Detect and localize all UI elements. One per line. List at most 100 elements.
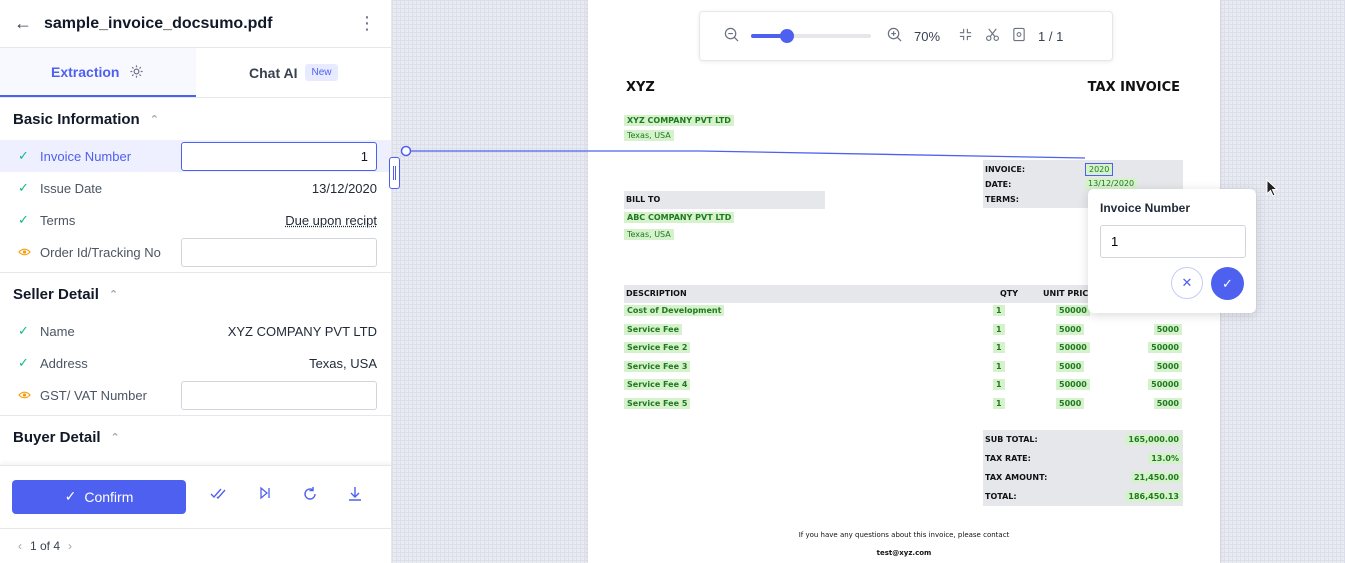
- field-value[interactable]: Due upon recipt: [285, 213, 377, 228]
- buyer-address-highlight[interactable]: Texas, USA: [624, 229, 674, 240]
- invoice-number-highlight[interactable]: 2020: [1085, 163, 1114, 176]
- field-value[interactable]: 13/12/2020: [312, 181, 377, 196]
- item-qty[interactable]: 1: [993, 397, 1005, 409]
- tab-extraction[interactable]: Extraction: [0, 48, 196, 97]
- more-options-icon[interactable]: ⋮: [357, 13, 377, 34]
- total-value[interactable]: 21,450.00: [1130, 472, 1182, 483]
- scissors-icon[interactable]: [985, 27, 1000, 45]
- section-title: Seller Detail: [13, 285, 99, 303]
- chevron-right-icon[interactable]: ›: [68, 539, 72, 553]
- doc-company: XYZ: [626, 80, 655, 95]
- section-basic-information[interactable]: Basic Information ⌃: [0, 98, 391, 140]
- item-total[interactable]: 5000: [1153, 397, 1182, 409]
- confirm-button[interactable]: ✓ Confirm: [12, 479, 186, 514]
- col-qty: QTY: [1000, 289, 1019, 298]
- item-total[interactable]: 50000: [1148, 342, 1182, 353]
- cancel-button[interactable]: ✕: [1171, 267, 1203, 299]
- skip-next-icon[interactable]: [258, 486, 272, 507]
- check-icon: ✓: [1222, 275, 1233, 291]
- chevron-left-icon[interactable]: ‹: [18, 539, 22, 553]
- item-unit-price[interactable]: 50000: [1056, 379, 1090, 390]
- fit-screen-icon[interactable]: [958, 27, 973, 45]
- resize-handle[interactable]: [389, 157, 400, 189]
- item-description[interactable]: Cost of Development: [624, 305, 725, 316]
- item-total[interactable]: 50000: [1148, 379, 1182, 390]
- field-label: Name: [40, 323, 75, 339]
- eye-icon: [18, 247, 40, 257]
- seller-name-highlight[interactable]: XYZ COMPANY PVT LTD: [624, 115, 734, 126]
- item-unit-price[interactable]: 50000: [1056, 305, 1090, 316]
- section-buyer-detail[interactable]: Buyer Detail ⌃: [0, 416, 391, 458]
- field-label: Address: [40, 355, 88, 371]
- col-description: DESCRIPTION: [626, 289, 687, 298]
- field-value[interactable]: Texas, USA: [309, 356, 377, 371]
- total-value[interactable]: 165,000.00: [1125, 434, 1182, 445]
- field-seller-name[interactable]: ✓ Name XYZ COMPANY PVT LTD: [0, 315, 391, 347]
- check-icon: ✓: [18, 212, 29, 227]
- item-qty[interactable]: 1: [993, 305, 1005, 316]
- item-unit-price[interactable]: 5000: [1056, 397, 1085, 409]
- check-icon: ✓: [18, 148, 29, 163]
- item-qty[interactable]: 1: [993, 323, 1005, 335]
- seller-address-highlight[interactable]: Texas, USA: [624, 130, 674, 141]
- footer-email: test@xyz.com: [876, 549, 932, 557]
- field-terms[interactable]: ✓ Terms Due upon recipt: [0, 204, 391, 236]
- double-check-icon[interactable]: [210, 486, 228, 507]
- check-icon: ✓: [64, 488, 77, 504]
- download-icon[interactable]: [348, 486, 362, 507]
- item-description[interactable]: Service Fee 3: [624, 360, 691, 372]
- popup-value-input[interactable]: [1100, 225, 1246, 258]
- item-total[interactable]: 5000: [1153, 323, 1182, 335]
- gst-vat-input[interactable]: [181, 380, 377, 410]
- item-description[interactable]: Service Fee 4: [624, 379, 691, 390]
- refresh-icon[interactable]: [302, 486, 318, 507]
- confirm-label: Confirm: [84, 488, 134, 505]
- order-id-input[interactable]: [181, 237, 377, 267]
- item-qty[interactable]: 1: [993, 360, 1005, 372]
- chevron-up-icon[interactable]: ⌃: [150, 113, 159, 126]
- zoom-out-icon[interactable]: [724, 27, 739, 45]
- item-unit-price[interactable]: 50000: [1056, 342, 1090, 353]
- chevron-up-icon[interactable]: ⌃: [109, 288, 118, 301]
- footer-actions: [210, 486, 362, 507]
- total-value[interactable]: 13.0%: [1148, 453, 1182, 464]
- field-label: Issue Date: [40, 180, 103, 196]
- item-unit-price[interactable]: 5000: [1056, 323, 1085, 335]
- accept-button[interactable]: ✓: [1211, 267, 1244, 300]
- field-value[interactable]: XYZ COMPANY PVT LTD: [228, 324, 377, 339]
- page-indicator: 1 / 1: [1038, 28, 1064, 44]
- item-total[interactable]: 5000: [1153, 360, 1182, 372]
- zoom-slider-knob[interactable]: [780, 29, 794, 43]
- field-invoice-number[interactable]: ✓ Invoice Number: [0, 140, 391, 172]
- item-qty[interactable]: 1: [993, 342, 1005, 353]
- invoice-number-input[interactable]: [181, 141, 377, 171]
- close-icon: ✕: [1181, 275, 1193, 290]
- bill-to-label: BILL TO: [626, 195, 661, 204]
- item-qty[interactable]: 1: [993, 379, 1005, 390]
- item-description[interactable]: Service Fee 5: [624, 397, 691, 409]
- field-order-id[interactable]: Order Id/Tracking No: [0, 236, 391, 268]
- page-search-icon[interactable]: [1012, 27, 1026, 45]
- total-value[interactable]: 186,450.13: [1125, 491, 1182, 502]
- item-description[interactable]: Service Fee 2: [624, 342, 691, 353]
- popup-actions: ✕ ✓: [1100, 267, 1244, 300]
- item-description[interactable]: Service Fee: [624, 323, 683, 335]
- section-seller-detail[interactable]: Seller Detail ⌃: [0, 273, 391, 315]
- zoom-slider[interactable]: [751, 29, 871, 43]
- check-icon: ✓: [18, 355, 29, 370]
- tab-chat-ai[interactable]: Chat AI New: [196, 48, 392, 97]
- back-arrow-icon[interactable]: ←: [14, 13, 32, 34]
- item-unit-price[interactable]: 5000: [1056, 360, 1085, 372]
- field-gst-vat[interactable]: GST/ VAT Number: [0, 379, 391, 411]
- total-label: SUB TOTAL:: [985, 435, 1038, 444]
- field-issue-date[interactable]: ✓ Issue Date 13/12/2020: [0, 172, 391, 204]
- gear-icon[interactable]: [129, 64, 144, 79]
- zoom-in-icon[interactable]: [887, 27, 902, 45]
- chevron-up-icon[interactable]: ⌃: [111, 431, 120, 444]
- date-highlight[interactable]: 13/12/2020: [1085, 178, 1138, 189]
- pager-text: 1 of 4: [30, 539, 61, 553]
- extraction-panel: ← sample_invoice_docsumo.pdf ⋮ Extractio…: [0, 0, 392, 563]
- buyer-name-highlight[interactable]: ABC COMPANY PVT LTD: [624, 212, 735, 223]
- field-seller-address[interactable]: ✓ Address Texas, USA: [0, 347, 391, 379]
- total-label: TAX RATE:: [985, 454, 1031, 463]
